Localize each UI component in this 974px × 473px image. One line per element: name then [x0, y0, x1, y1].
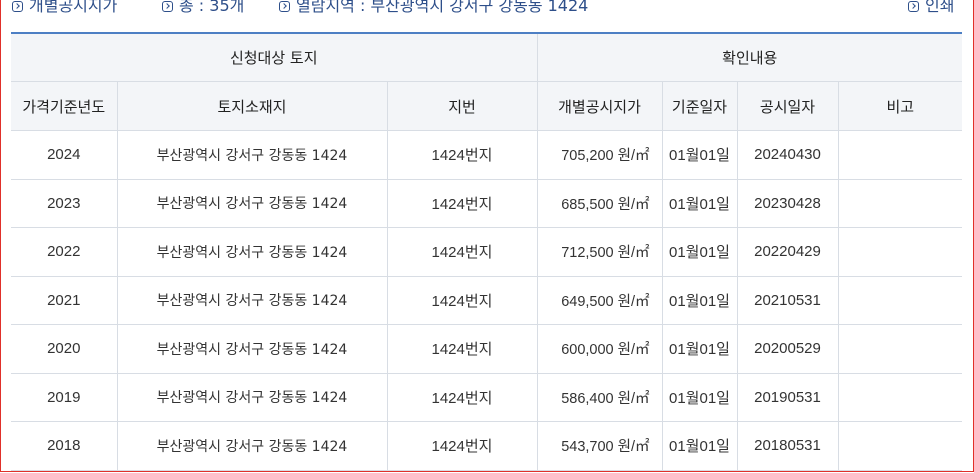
- cell-base-date: 01월01일: [662, 276, 738, 325]
- cell-notice-date: 20220429: [737, 227, 839, 277]
- page-title: 개별공시지가: [29, 0, 118, 15]
- title-item: 개별공시지가: [12, 0, 117, 15]
- col-header-price: 개별공시지가: [537, 81, 663, 131]
- chevron-right-icon: [12, 0, 23, 12]
- cell-jibun: 1424번지: [387, 324, 538, 374]
- cell-year: 2023: [11, 179, 118, 228]
- table-row: 2024 부산광역시 강서구 강동동 1424 1424번지 705,200 원…: [11, 130, 963, 180]
- cell-jibun: 1424번지: [387, 373, 538, 422]
- cell-year: 2018: [11, 421, 118, 471]
- toolbar: 개별공시지가 총 : 35개 열람지역 : 부산광역시 강서구 강동동 1424…: [0, 0, 974, 20]
- cell-year: 2021: [11, 276, 118, 325]
- table-row: 2023 부산광역시 강서구 강동동 1424 1424번지 685,500 원…: [11, 179, 963, 228]
- cell-notice-date: 20230428: [737, 179, 839, 228]
- area-item: 열람지역 : 부산광역시 강서구 강동동 1424: [279, 0, 588, 15]
- cell-address: 부산광역시 강서구 강동동 1424: [117, 179, 388, 228]
- cell-price: 543,700 원/㎡: [537, 421, 663, 471]
- table-row: 2021 부산광역시 강서구 강동동 1424 1424번지 649,500 원…: [11, 276, 963, 325]
- cell-note: [838, 421, 963, 471]
- cell-address: 부산광역시 강서구 강동동 1424: [117, 421, 388, 471]
- cell-note: [838, 179, 963, 228]
- table-row: 2022 부산광역시 강서구 강동동 1424 1424번지 712,500 원…: [11, 227, 963, 277]
- group-header-confirm: 확인내용: [537, 34, 963, 82]
- cell-price: 586,400 원/㎡: [537, 373, 663, 422]
- cell-price: 649,500 원/㎡: [537, 276, 663, 325]
- total-item: 총 : 35개: [162, 0, 244, 15]
- cell-notice-date: 20200529: [737, 324, 839, 374]
- cell-year: 2024: [11, 130, 118, 180]
- cell-notice-date: 20240430: [737, 130, 839, 180]
- col-header-notice-date: 공시일자: [737, 81, 839, 131]
- table-row: 2019 부산광역시 강서구 강동동 1424 1424번지 586,400 원…: [11, 373, 963, 422]
- chevron-right-icon: [162, 0, 173, 12]
- cell-jibun: 1424번지: [387, 130, 538, 180]
- cell-note: [838, 130, 963, 180]
- cell-base-date: 01월01일: [662, 227, 738, 277]
- cell-base-date: 01월01일: [662, 421, 738, 471]
- col-header-year: 가격기준년도: [11, 81, 118, 131]
- cell-jibun: 1424번지: [387, 179, 538, 228]
- cell-note: [838, 276, 963, 325]
- chevron-right-icon: [908, 0, 919, 12]
- print-label[interactable]: 인쇄: [925, 0, 954, 15]
- col-header-address: 토지소재지: [117, 81, 388, 131]
- total-count: 총 : 35개: [179, 0, 245, 15]
- table-row: 2018 부산광역시 강서구 강동동 1424 1424번지 543,700 원…: [11, 421, 963, 471]
- cell-address: 부산광역시 강서구 강동동 1424: [117, 373, 388, 422]
- cell-jibun: 1424번지: [387, 276, 538, 325]
- cell-year: 2020: [11, 324, 118, 374]
- cell-jibun: 1424번지: [387, 421, 538, 471]
- cell-year: 2019: [11, 373, 118, 422]
- table-row: 2020 부산광역시 강서구 강동동 1424 1424번지 600,000 원…: [11, 324, 963, 374]
- cell-address: 부산광역시 강서구 강동동 1424: [117, 276, 388, 325]
- cell-address: 부산광역시 강서구 강동동 1424: [117, 130, 388, 180]
- cell-note: [838, 373, 963, 422]
- cell-note: [838, 227, 963, 277]
- cell-base-date: 01월01일: [662, 324, 738, 374]
- chevron-right-icon: [279, 0, 290, 12]
- cell-base-date: 01월01일: [662, 373, 738, 422]
- cell-note: [838, 324, 963, 374]
- cell-jibun: 1424번지: [387, 227, 538, 277]
- print-button[interactable]: 인쇄: [908, 0, 954, 15]
- price-table: 신청대상 토지 확인내용 가격기준년도 토지소재지 지번 개별공시지가 기준일자…: [11, 34, 963, 471]
- cell-notice-date: 20180531: [737, 421, 839, 471]
- cell-price: 712,500 원/㎡: [537, 227, 663, 277]
- group-header-target: 신청대상 토지: [11, 34, 538, 82]
- cell-base-date: 01월01일: [662, 179, 738, 228]
- cell-year: 2022: [11, 227, 118, 277]
- view-area: 열람지역 : 부산광역시 강서구 강동동 1424: [296, 0, 589, 15]
- cell-notice-date: 20190531: [737, 373, 839, 422]
- cell-base-date: 01월01일: [662, 130, 738, 180]
- cell-price: 600,000 원/㎡: [537, 324, 663, 374]
- cell-price: 685,500 원/㎡: [537, 179, 663, 228]
- col-header-note: 비고: [838, 81, 963, 131]
- cell-address: 부산광역시 강서구 강동동 1424: [117, 227, 388, 277]
- cell-address: 부산광역시 강서구 강동동 1424: [117, 324, 388, 374]
- cell-notice-date: 20210531: [737, 276, 839, 325]
- cell-price: 705,200 원/㎡: [537, 130, 663, 180]
- col-header-base-date: 기준일자: [662, 81, 738, 131]
- col-header-jibun: 지번: [387, 81, 538, 131]
